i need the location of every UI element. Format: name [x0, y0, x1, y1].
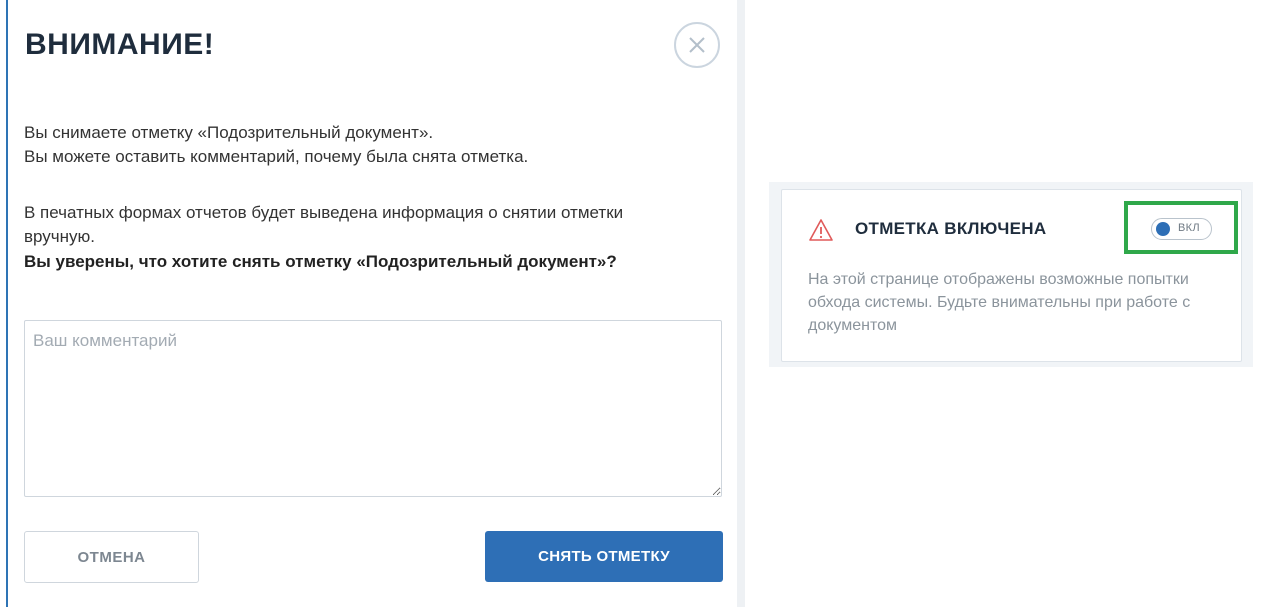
- close-icon: [689, 37, 705, 53]
- toggle-knob: [1156, 222, 1170, 236]
- comment-input[interactable]: [24, 320, 722, 497]
- toggle-label: ВКЛ: [1178, 222, 1200, 234]
- dialog-question: Вы уверены, что хотите снять отметку «По…: [24, 252, 617, 271]
- dialog-paragraph-2: В печатных формах отчетов будет выведена…: [24, 203, 624, 246]
- warning-triangle-icon: [809, 219, 833, 241]
- dialog-paragraph-1-line-1: Вы снимаете отметку «Подозрительный доку…: [24, 123, 434, 142]
- warning-dialog: ВНИМАНИЕ! Вы снимаете отметку «Подозрите…: [8, 0, 736, 607]
- remove-mark-button[interactable]: СНЯТЬ ОТМЕТКУ: [485, 531, 723, 582]
- notice-text: На этой странице отображены возможные по…: [808, 271, 1191, 334]
- notice-title: ОТМЕТКА ВКЛЮЧЕНА: [855, 219, 1047, 238]
- cancel-button[interactable]: ОТМЕНА: [24, 531, 199, 583]
- mark-toggle[interactable]: ВКЛ: [1151, 218, 1212, 240]
- dialog-title: ВНИМАНИЕ!: [25, 28, 215, 61]
- close-button[interactable]: [674, 22, 720, 68]
- page: ВНИМАНИЕ! Вы снимаете отметку «Подозрите…: [0, 0, 1280, 607]
- dialog-paragraph-1: Вы снимаете отметку «Подозрительный доку…: [24, 121, 684, 169]
- pane-separator: [737, 0, 745, 607]
- dialog-paragraph-1-line-2: Вы можете оставить комментарий, почему б…: [24, 147, 529, 166]
